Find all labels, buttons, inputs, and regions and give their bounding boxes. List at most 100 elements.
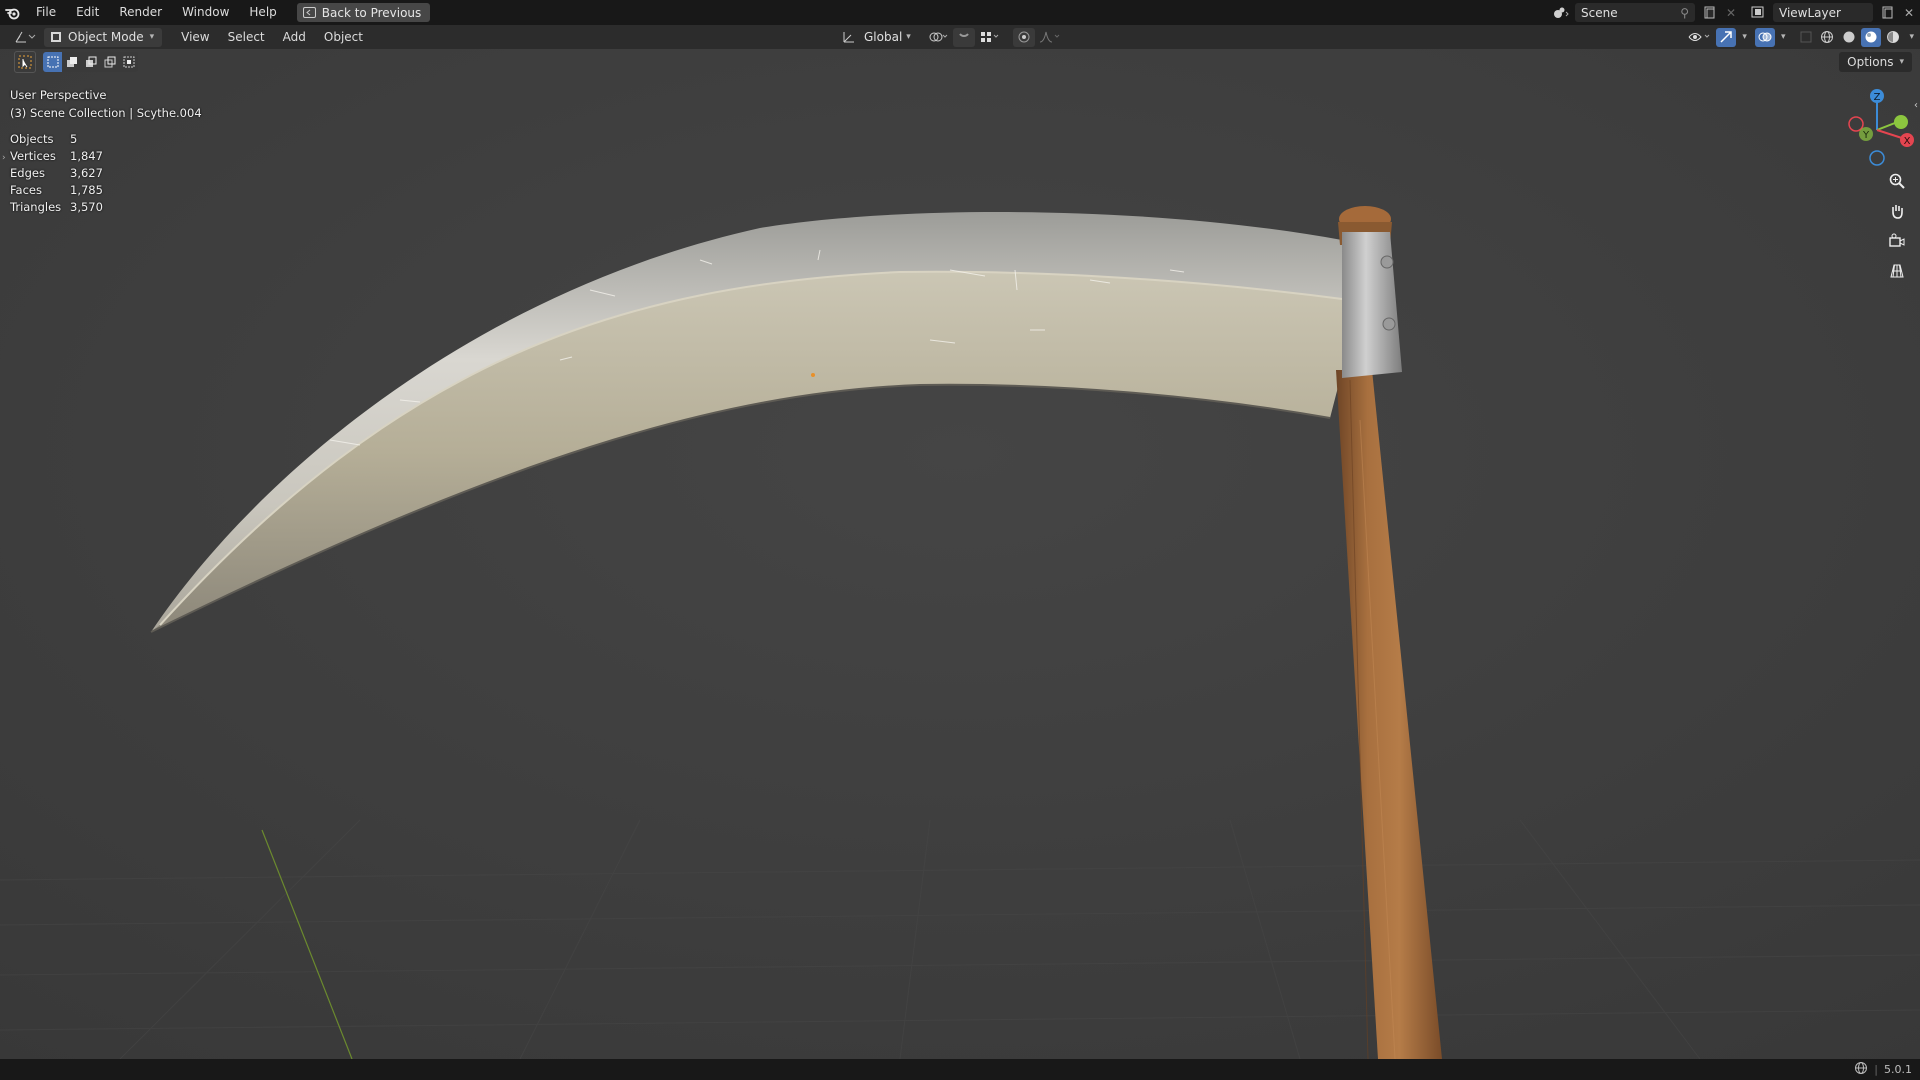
gizmo-x-label: X <box>1904 136 1911 147</box>
overlays-icon[interactable] <box>1754 27 1775 47</box>
stat-value: 3,627 <box>70 166 103 180</box>
grid-icon[interactable] <box>1884 258 1910 284</box>
header-menu-view[interactable]: View <box>172 30 218 44</box>
version-label: 5.0.1 <box>1884 1063 1912 1076</box>
solid-shading-icon[interactable] <box>1839 28 1859 47</box>
falloff-icon[interactable] <box>1039 28 1061 47</box>
selection-mode-group <box>43 52 138 72</box>
view-layer-type-icon[interactable] <box>1748 3 1770 22</box>
select-new-icon[interactable] <box>43 52 62 72</box>
snap-target-icon[interactable] <box>979 28 1001 47</box>
stat-value: 1,847 <box>70 149 103 163</box>
network-icon[interactable] <box>1854 1061 1868 1078</box>
menu-edit[interactable]: Edit <box>66 0 109 25</box>
top-bar: File Edit Render Window Help Back to Pre… <box>0 0 1920 25</box>
back-to-previous-button[interactable]: Back to Previous <box>296 3 431 22</box>
select-subtract-icon[interactable] <box>81 52 100 72</box>
chevron-right-icon[interactable]: › <box>2 153 6 163</box>
stat-row: Faces 1,785 <box>10 182 103 199</box>
scene-name: Scene <box>1581 5 1618 20</box>
stat-label: Objects <box>10 132 54 146</box>
xray-icon[interactable] <box>1797 28 1815 47</box>
select-intersect-icon[interactable] <box>119 52 138 72</box>
sidebar-toggle-icon[interactable]: ‹ <box>1914 100 1918 111</box>
origin-point <box>811 373 815 377</box>
stat-value: 1,785 <box>70 183 103 197</box>
chevron-down-icon[interactable]: ▾ <box>1742 32 1747 42</box>
menu-window[interactable]: Window <box>172 0 239 25</box>
stat-row: Triangles 3,570 <box>10 199 103 216</box>
pivot-point-icon[interactable] <box>927 28 949 47</box>
chevron-down-icon[interactable]: ▾ <box>1909 32 1914 42</box>
zoom-icon[interactable] <box>1884 168 1910 194</box>
chevron-down-icon[interactable]: ▾ <box>1781 32 1786 42</box>
gizmo-y-axis[interactable] <box>1894 115 1908 129</box>
delete-scene-icon[interactable]: ✕ <box>1720 3 1742 22</box>
viewport-scene[interactable] <box>0 49 1920 1059</box>
editor-type-icon[interactable] <box>10 28 40 47</box>
transform-orientation-icon <box>838 28 860 47</box>
object-mode-icon <box>51 32 61 42</box>
header-menu-object[interactable]: Object <box>315 30 372 44</box>
perspective-label: User Perspective <box>10 88 107 102</box>
chevron-down-icon: ▾ <box>1899 57 1904 67</box>
stat-row: Objects 5 <box>10 131 103 148</box>
select-extend-icon[interactable] <box>62 52 81 72</box>
gizmo-y-label: Y <box>1862 130 1870 141</box>
tool-settings-row: Options ▾ <box>0 49 1920 75</box>
menu-render[interactable]: Render <box>109 0 172 25</box>
wireframe-shading-icon[interactable] <box>1817 28 1837 47</box>
stat-row: Vertices 1,847 <box>10 148 103 165</box>
hand-icon[interactable] <box>1884 198 1910 224</box>
view-layer-selector[interactable]: ViewLayer <box>1773 3 1873 22</box>
collection-label: (3) Scene Collection | Scythe.004 <box>10 106 202 120</box>
stat-label: Vertices <box>10 149 56 163</box>
scene-type-icon[interactable] <box>1550 3 1572 22</box>
header-menu-add[interactable]: Add <box>274 30 315 44</box>
transform-orientation-dropdown[interactable]: Global <box>864 30 902 44</box>
menu-file[interactable]: File <box>26 0 66 25</box>
scene-statistics: Objects 5 Vertices 1,847 Edges 3,627 Faces 1… <box>10 131 103 216</box>
gizmo-toggle-icon[interactable] <box>1716 27 1737 47</box>
visibility-icon[interactable] <box>1686 28 1714 47</box>
gizmo-neg-z[interactable] <box>1869 150 1885 166</box>
snap-icon[interactable] <box>952 27 975 47</box>
status-separator: | <box>1874 1063 1878 1076</box>
pin-icon[interactable]: ⚲ <box>1680 6 1689 20</box>
stat-label: Edges <box>10 166 45 180</box>
stat-row: Edges 3,627 <box>10 165 103 182</box>
header-menu-select[interactable]: Select <box>219 30 274 44</box>
proportional-editing-icon[interactable] <box>1012 27 1035 47</box>
scene-selector[interactable]: Scene ⚲ <box>1575 3 1695 22</box>
viewport-info: User Perspective (3) Scene Collection | … <box>10 86 202 122</box>
camera-icon[interactable] <box>1884 228 1910 254</box>
gizmo-neg-x[interactable] <box>1848 116 1864 132</box>
options-label: Options <box>1847 55 1894 69</box>
3d-viewport[interactable]: › <box>0 49 1920 1059</box>
object-mode-dropdown[interactable]: Object Mode ▾ <box>44 27 163 47</box>
screen-back-icon <box>302 7 316 18</box>
viewport-header: Object Mode ▾ View Select Add Object Glo… <box>0 25 1920 49</box>
back-button-label: Back to Previous <box>321 5 422 20</box>
rendered-shading-icon[interactable] <box>1883 28 1903 47</box>
blender-logo-icon[interactable] <box>0 0 26 25</box>
material-preview-shading-icon[interactable] <box>1861 27 1882 47</box>
view-layer-name: ViewLayer <box>1779 5 1841 20</box>
options-dropdown[interactable]: Options ▾ <box>1839 52 1912 72</box>
delete-view-layer-icon[interactable]: ✕ <box>1898 3 1920 22</box>
new-scene-icon[interactable] <box>1698 3 1720 22</box>
menu-help[interactable]: Help <box>239 0 286 25</box>
stat-label: Faces <box>10 183 42 197</box>
stat-label: Triangles <box>10 200 62 214</box>
select-tool-icon[interactable] <box>14 51 36 73</box>
gizmo-z-label: Z <box>1874 92 1881 103</box>
mode-label: Object Mode <box>68 30 144 44</box>
stat-value: 3,570 <box>70 200 103 214</box>
new-view-layer-icon[interactable] <box>1876 3 1898 22</box>
status-bar: | 5.0.1 <box>0 1059 1920 1080</box>
stat-value: 5 <box>70 132 78 146</box>
navigation-gizmo[interactable]: Z X Y <box>1830 84 1920 174</box>
chevron-down-icon: ▾ <box>906 32 911 42</box>
select-invert-icon[interactable] <box>100 52 119 72</box>
chevron-down-icon: ▾ <box>149 32 155 42</box>
